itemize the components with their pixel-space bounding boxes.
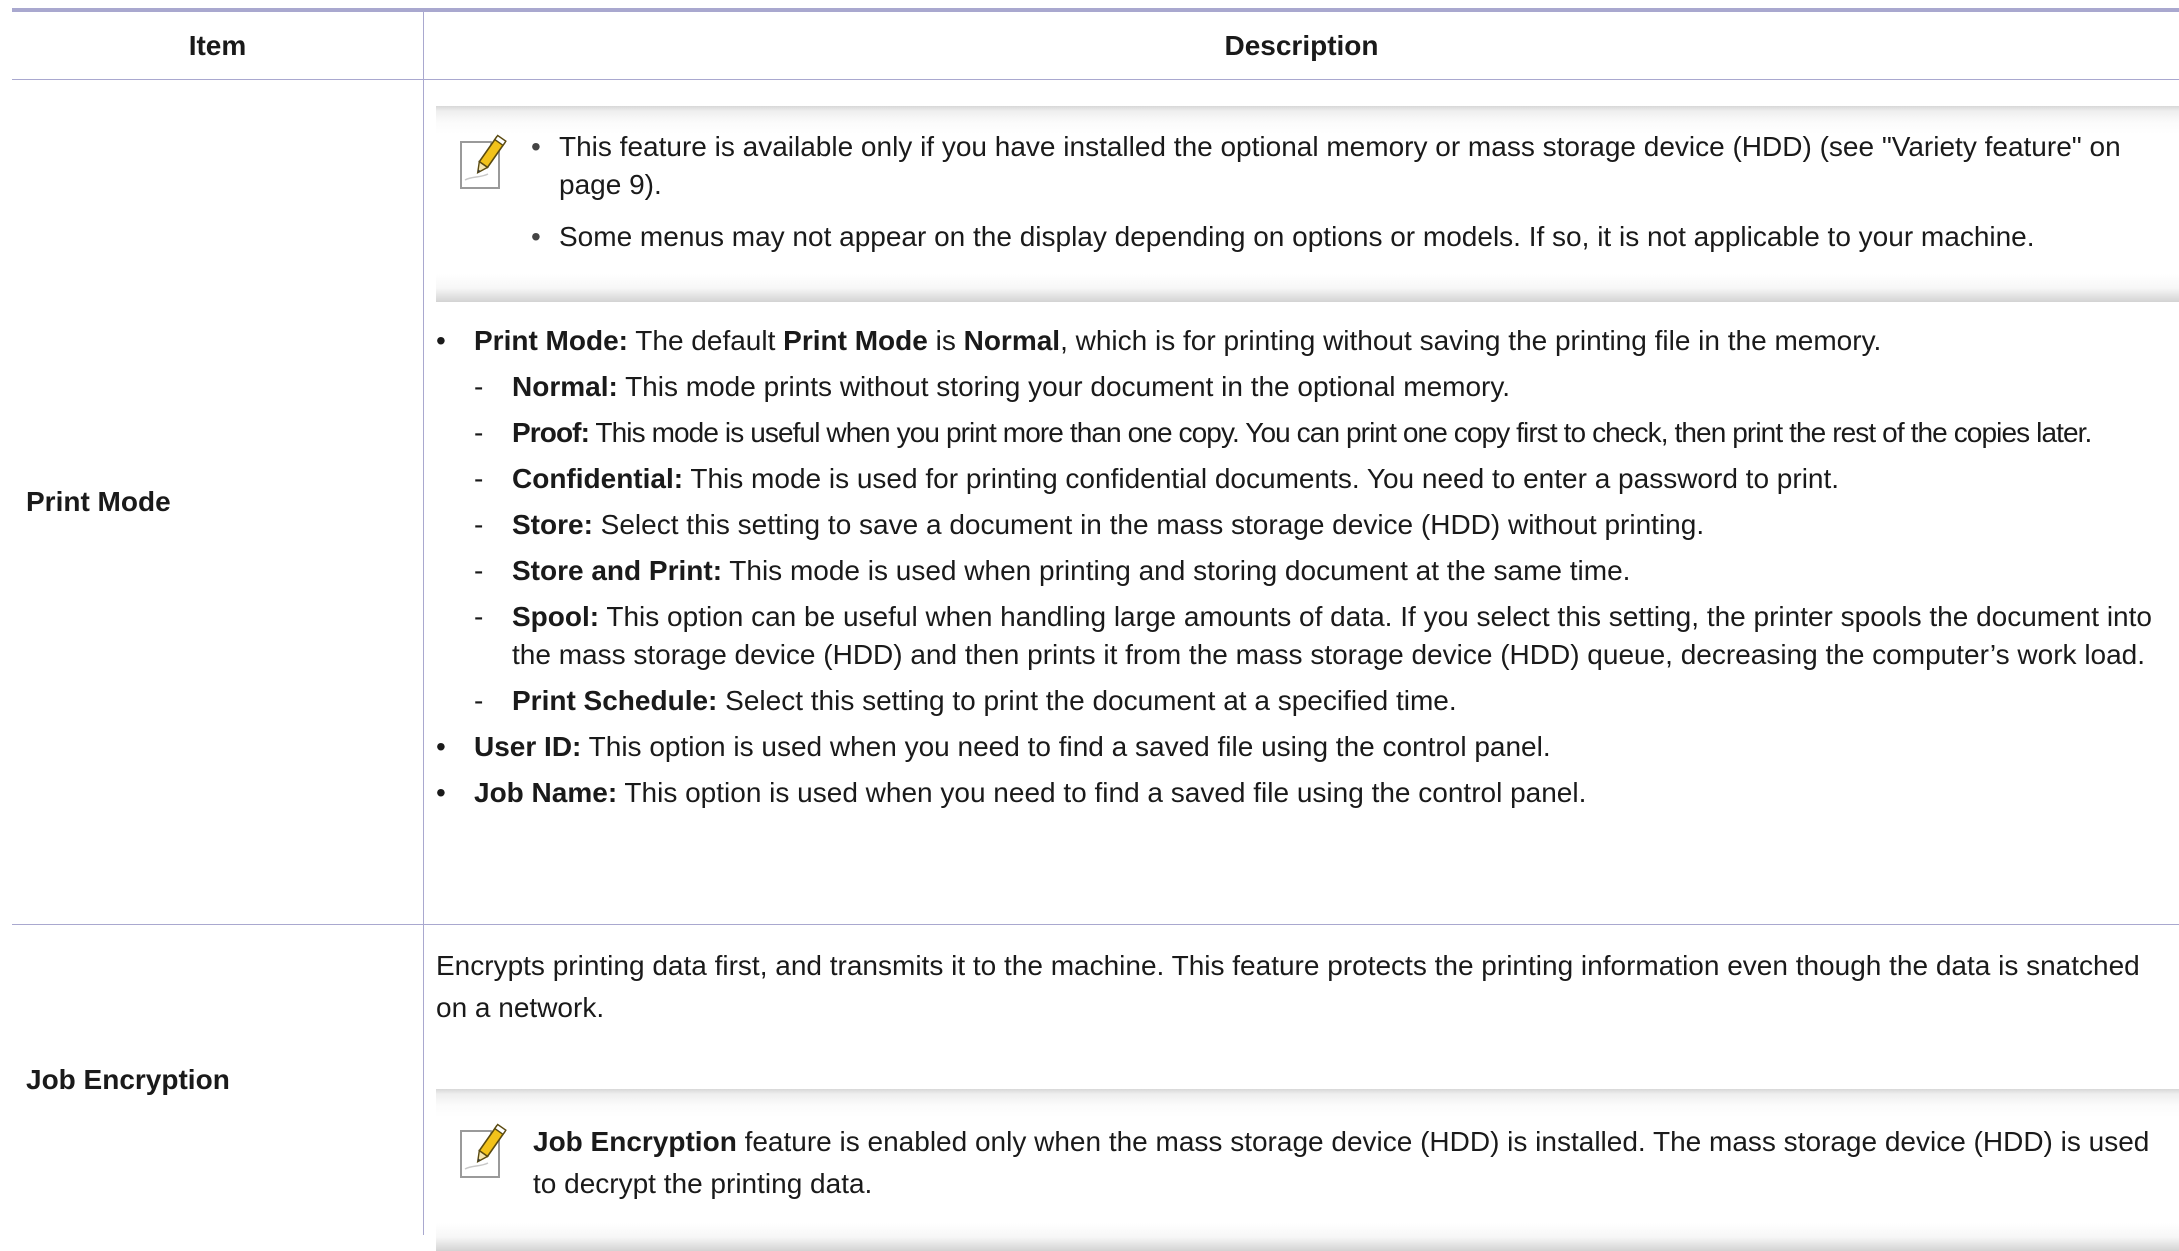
dash-marker: - [474,685,484,716]
text: This option is used when you need to fin… [617,777,1587,808]
term: Job Encryption [533,1126,737,1157]
term: User ID: [474,731,582,762]
note-pencil-icon [460,1123,507,1178]
note-box: This feature is available only if you ha… [436,106,2179,302]
term: Normal [963,325,1061,356]
term: Confidential: [512,463,684,494]
note-bullet: Some menus may not appear on the display… [531,218,2173,256]
text: This mode is useful when you print more … [589,417,2092,448]
text: Select this setting to save a document i… [592,509,1705,540]
text: This option is used when you need to fin… [581,731,1551,762]
table-row-job-encryption: Job Encryption Encrypts printing data fi… [12,925,2179,1251]
table-row-print-mode: Print Mode This feature is available o [12,80,2179,925]
term: Store and Print: [512,555,723,586]
term: Print Schedule: [512,685,718,716]
dash-marker: - [474,555,484,586]
list-item-normal: - Normal: This mode prints without stori… [436,368,2169,406]
note-bullet: This feature is available only if you ha… [531,128,2173,204]
text: , which is for printing without saving t… [1060,325,1882,356]
text: This mode is used when printing and stor… [722,555,1631,586]
item-cell: Job Encryption [12,925,424,1235]
text: This mode prints without storing your do… [617,371,1511,402]
header-cell-item: Item [12,12,424,79]
print-mode-option-list: • Print Mode: The default Print Mode is … [436,322,2169,812]
header-item-label: Item [188,29,247,61]
list-item-job-name: • Job Name: This option is used when you… [436,774,2169,812]
item-label-job-encryption: Job Encryption [26,1064,230,1095]
bullet-marker: • [436,777,446,808]
term: Job Name: [474,777,618,808]
job-encryption-description: Encrypts printing data first, and transm… [436,950,2140,1023]
list-item-proof: - Proof: This mode is useful when you pr… [436,414,2169,452]
table-header-row: Item Description [12,12,2179,80]
dash-marker: - [474,509,484,540]
term: Print Mode [783,325,928,356]
note-bullet-list: This feature is available only if you ha… [531,128,2173,270]
note-pencil-icon [460,134,507,189]
settings-table: Item Description Print Mode • This featu… [12,8,2179,1251]
text: Select this setting to print the documen… [717,685,1457,716]
list-item-print-schedule: - Print Schedule: Select this setting to… [436,682,2169,720]
term: Print Mode: [474,325,628,356]
list-item-confidential: - Confidential: This mode is used for pr… [436,460,2169,498]
list-item-store: - Store: Select this setting to save a d… [436,506,2169,544]
item-label-print-mode: Print Mode [26,486,171,517]
term: Proof: [512,417,590,448]
list-item-user-id: • User ID: This option is used when you … [436,728,2169,766]
text: This mode is used for printing confident… [683,463,1840,494]
text: feature is enabled only when the mass st… [533,1126,2150,1199]
term: Spool: [512,601,600,632]
description-cell: This feature is available only if you ha… [424,80,2179,924]
list-item-print-mode: • Print Mode: The default Print Mode is … [436,322,2169,360]
dash-marker: - [474,417,483,448]
list-item-spool: - Spool: This option can be useful when … [436,598,2169,674]
description-cell: Encrypts printing data first, and transm… [424,925,2179,1251]
header-cell-description: Description [424,12,2179,79]
text: is [927,325,964,356]
note-text: Job Encryption feature is enabled only w… [533,1121,2173,1205]
bullet-marker: • [436,731,446,762]
term: Store: [512,509,593,540]
header-description-label: Description [1224,29,1379,61]
dash-marker: - [474,463,484,494]
item-cell: Print Mode [12,80,424,924]
dash-marker: - [474,371,484,402]
term: Normal: [512,371,618,402]
bullet-marker: • [436,325,446,356]
list-item-store-and-print: - Store and Print: This mode is used whe… [436,552,2169,590]
text: The default [628,325,784,356]
text: This option can be useful when handling … [512,601,2152,670]
dash-marker: - [474,601,484,632]
